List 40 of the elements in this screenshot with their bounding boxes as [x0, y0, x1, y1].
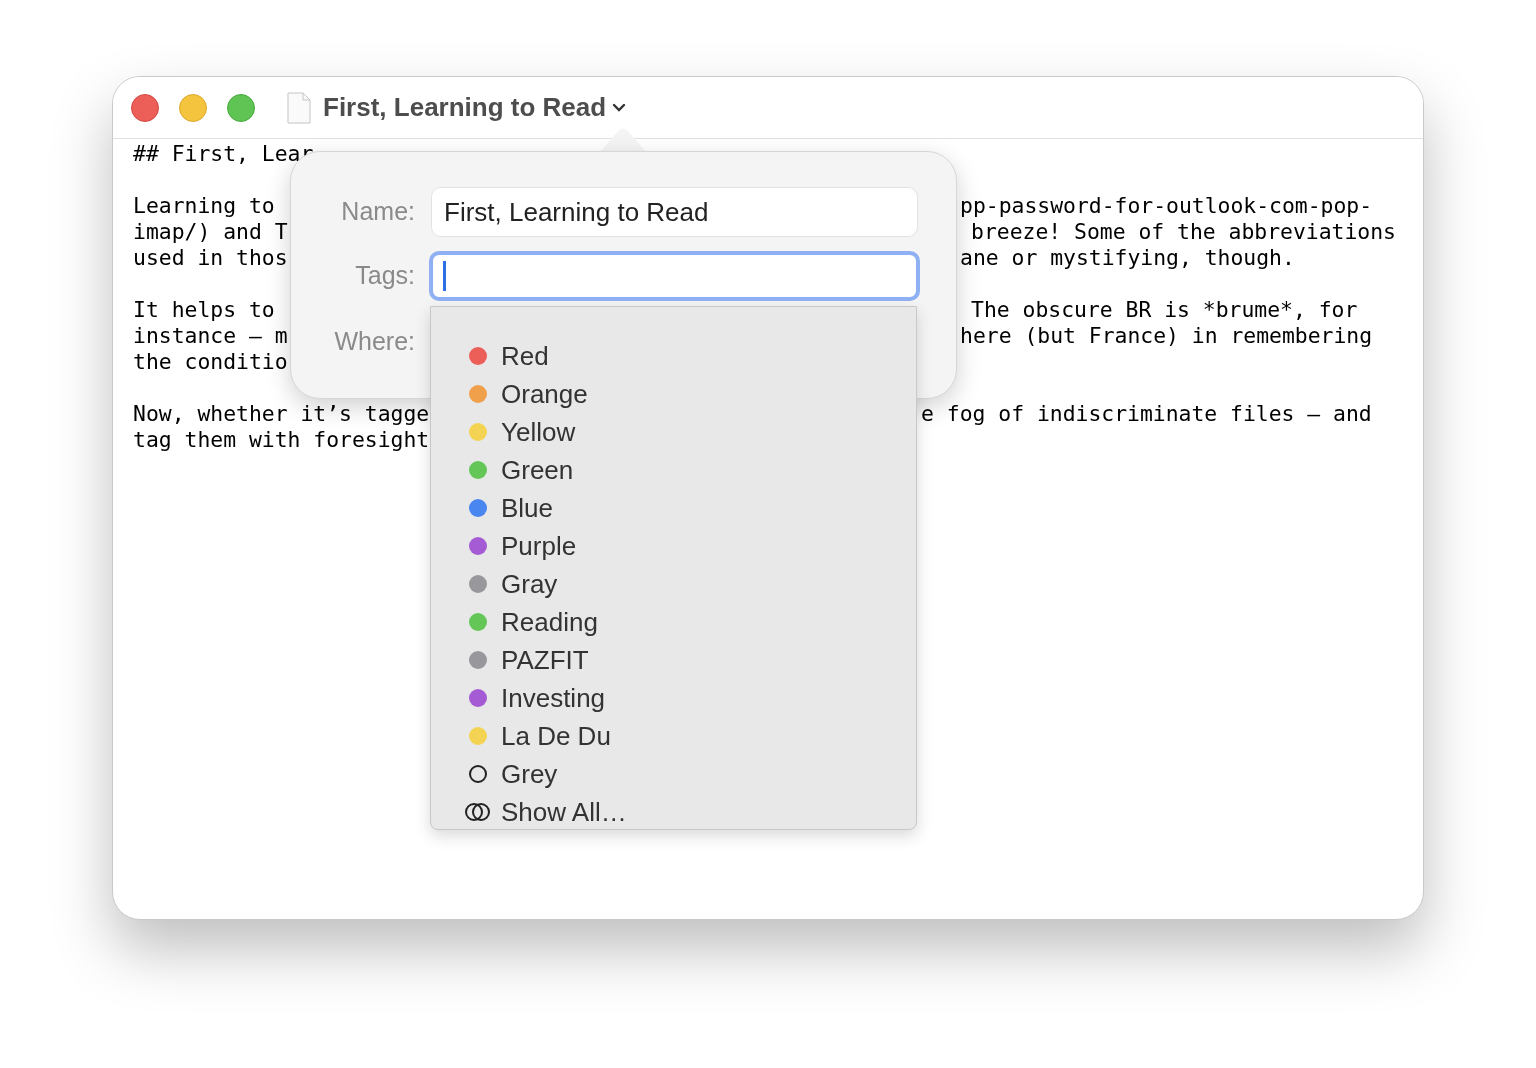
tag-menu-item[interactable]: Gray: [465, 565, 916, 603]
text-line: The obscure BR is *brume*, for: [971, 297, 1358, 323]
text-line: ## First, Lear: [133, 141, 314, 167]
tag-menu-item[interactable]: Green: [465, 451, 916, 489]
text-line: Now, whether it’s tagge: [133, 401, 430, 427]
tag-menu-item[interactable]: Investing: [465, 679, 916, 717]
close-button[interactable]: [131, 93, 159, 122]
chevron-down-icon: [612, 102, 627, 113]
where-label: Where:: [333, 326, 415, 357]
tag-menu-item[interactable]: Purple: [465, 527, 916, 565]
tag-menu-item[interactable]: PAZFIT: [465, 641, 916, 679]
tag-menu-item[interactable]: Grey: [465, 755, 916, 793]
text-line: e fog of indiscriminate files — and: [921, 401, 1372, 427]
tag-menu-item[interactable]: Orange: [465, 375, 916, 413]
name-field[interactable]: First, Learning to Read: [431, 187, 918, 237]
text-line: breeze! Some of the abbreviations: [971, 219, 1396, 245]
text-line: used in thos: [133, 245, 288, 271]
text-line: imap/) and T: [133, 219, 288, 245]
text-line: here (but France) in remembering: [960, 323, 1373, 349]
document-icon: [287, 91, 311, 124]
text-line: pp-password-for-outlook-com-pop-: [960, 193, 1373, 219]
text-line: tag them with foresight: [133, 427, 430, 453]
zoom-button[interactable]: [227, 93, 255, 122]
text-line: the conditio: [133, 349, 288, 375]
overlapping-circles-icon: [465, 802, 491, 822]
field-label: Name:: [340, 196, 415, 228]
tag-menu-item[interactable]: Show All…: [465, 793, 916, 831]
document-title[interactable]: First, Learning to Read: [323, 88, 627, 127]
minimize-button[interactable]: [179, 93, 207, 122]
tag-menu-item[interactable]: La De Du: [465, 717, 916, 755]
text-line: Learning to: [133, 193, 275, 219]
tag-menu-item[interactable]: Yellow: [465, 413, 916, 451]
field-label: Tags:: [354, 260, 415, 292]
tags-field[interactable]: [429, 251, 920, 301]
text-line: It helps to: [133, 297, 275, 323]
tag-menu-item[interactable]: Red: [465, 337, 916, 375]
tag-menu-item[interactable]: Reading: [465, 603, 916, 641]
tag-menu-item[interactable]: Blue: [465, 489, 916, 527]
text-line: ane or mystifying, though.: [960, 245, 1295, 271]
text-line: instance — m: [133, 323, 288, 349]
